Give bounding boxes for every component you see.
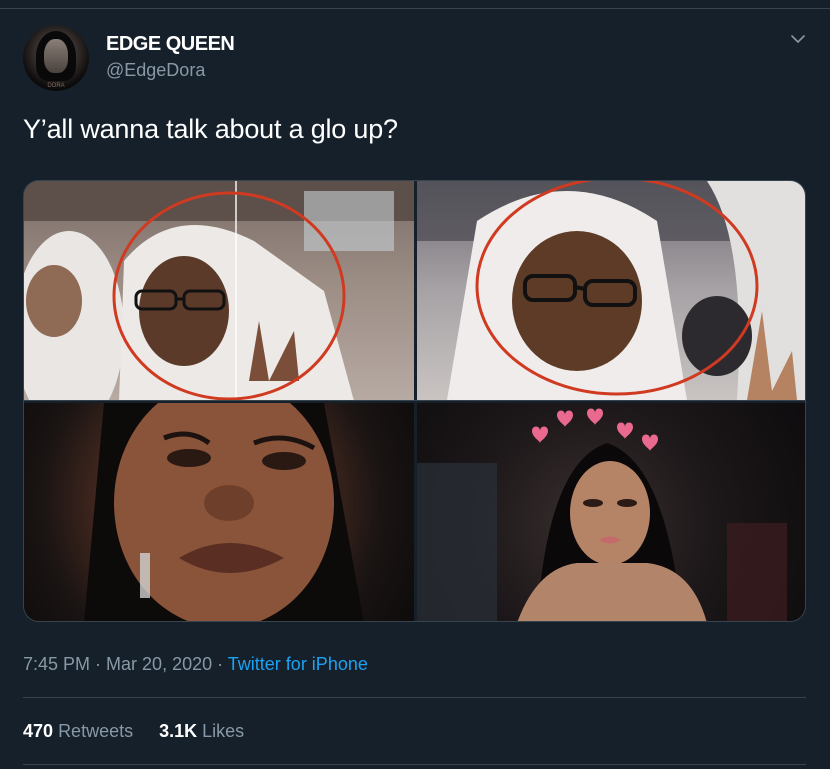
stats-divider-bottom — [23, 764, 806, 765]
tweet-source-link[interactable]: Twitter for iPhone — [228, 654, 368, 674]
top-border — [0, 0, 830, 9]
tweet-stats: 470 Retweets 3.1K Likes — [23, 721, 244, 742]
hearts-decoration — [532, 408, 658, 451]
media-divider — [24, 400, 805, 401]
media-photo-2[interactable] — [417, 181, 805, 400]
media-photo-3[interactable] — [24, 403, 414, 621]
display-name[interactable]: EDGE QUEEN — [106, 33, 235, 56]
photo-2-illustration — [417, 181, 805, 400]
tweet-text: Y’all wanna talk about a glo up? — [23, 114, 398, 144]
media-photo-4[interactable] — [417, 403, 805, 621]
meta-separator: · — [212, 654, 228, 674]
user-handle[interactable]: @EdgeDora — [106, 60, 205, 81]
avatar[interactable]: DORA — [23, 25, 89, 91]
likes-count: 3.1K — [159, 721, 198, 741]
retweets-stat[interactable]: 470 Retweets — [23, 721, 133, 741]
chevron-down-icon[interactable] — [787, 28, 809, 50]
retweets-label: Retweets — [58, 721, 134, 741]
stats-divider-top — [23, 697, 806, 698]
photo-1-illustration — [24, 181, 414, 400]
retweets-count: 470 — [23, 721, 54, 741]
avatar-caption: DORA — [47, 83, 64, 89]
photo-4-illustration — [417, 408, 787, 621]
likes-stat[interactable]: 3.1K Likes — [159, 721, 244, 741]
media-grid — [23, 180, 806, 622]
media-photo-1[interactable] — [24, 181, 414, 400]
likes-label: Likes — [202, 721, 245, 741]
tweet-meta: 7:45 PM · Mar 20, 2020 · Twitter for iPh… — [23, 654, 368, 675]
photo-3-illustration — [84, 403, 364, 621]
svg-text:DORA: DORA — [47, 83, 64, 89]
tweet-date[interactable]: Mar 20, 2020 — [106, 654, 212, 674]
meta-separator: · — [90, 654, 107, 674]
tweet-time[interactable]: 7:45 PM — [23, 654, 90, 674]
